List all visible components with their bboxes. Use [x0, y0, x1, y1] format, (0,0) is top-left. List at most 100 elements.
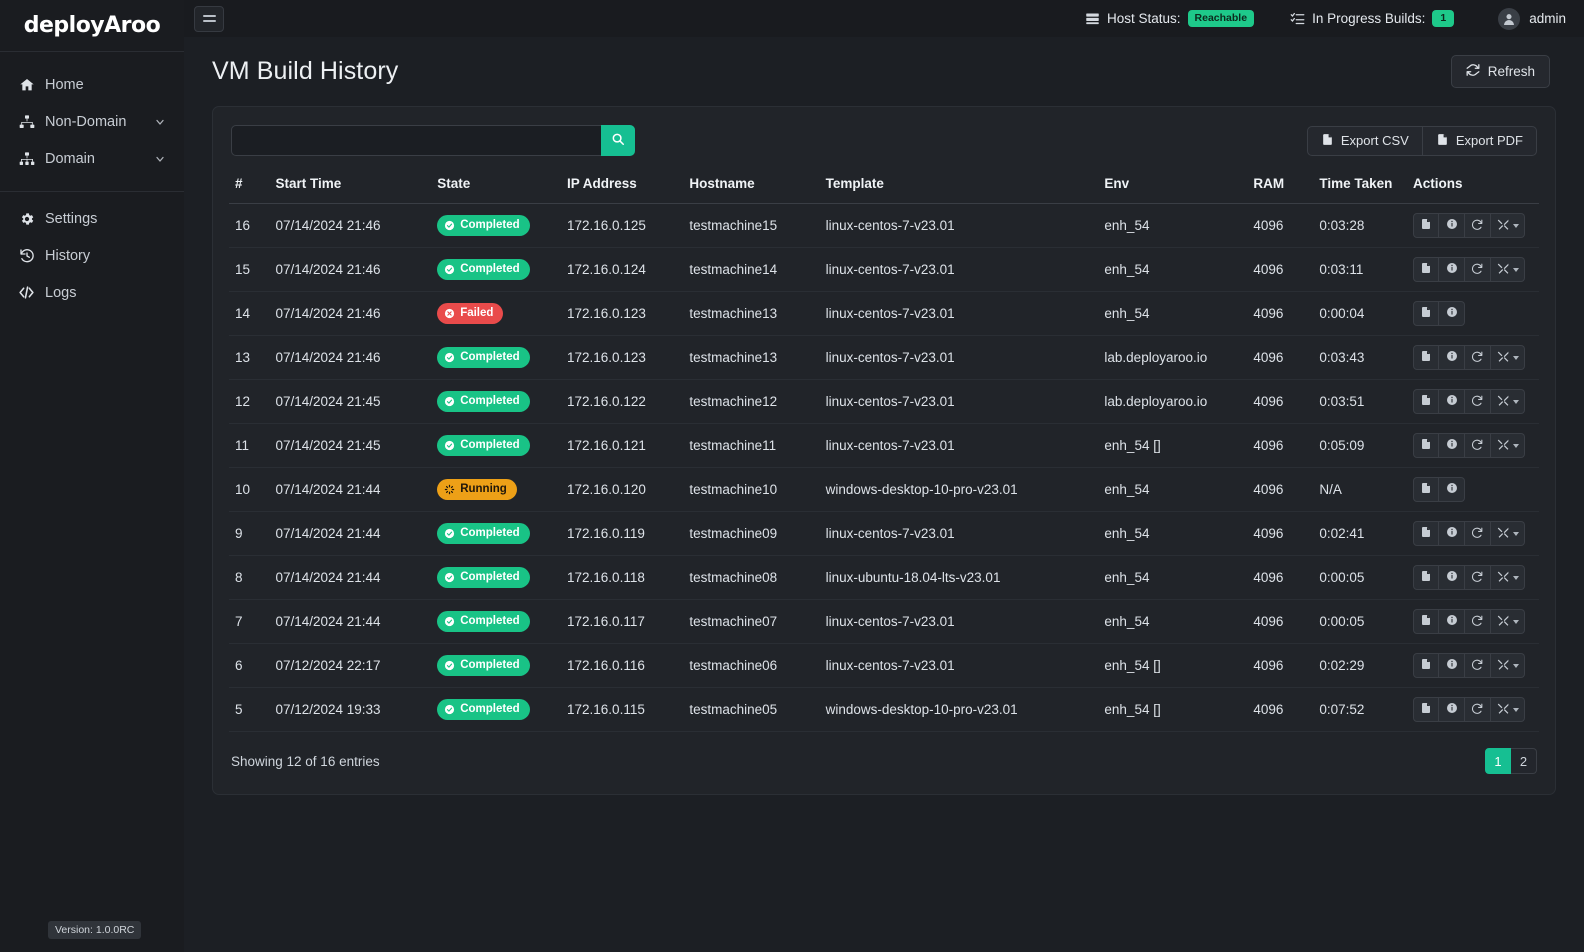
details-button[interactable]	[1439, 301, 1465, 326]
table-row[interactable]: 15 07/14/2024 21:46 Completed 172.16.0.124 t…	[229, 247, 1539, 292]
details-button[interactable]	[1439, 609, 1465, 634]
view-log-button[interactable]	[1413, 609, 1439, 634]
col-index[interactable]: #	[229, 170, 270, 204]
search-box	[231, 125, 635, 156]
view-log-button[interactable]	[1413, 521, 1439, 546]
sidebar-item-domain[interactable]: Domain	[0, 140, 184, 177]
col-ip-address[interactable]: IP Address	[561, 170, 684, 204]
view-log-button[interactable]	[1413, 389, 1439, 414]
cell-hostname: testmachine13	[683, 335, 820, 380]
col-template[interactable]: Template	[819, 170, 1099, 204]
cell-hostname: testmachine15	[683, 203, 820, 248]
view-log-button[interactable]	[1413, 433, 1439, 458]
col-start-time[interactable]: Start Time	[269, 170, 432, 204]
rebuild-button[interactable]	[1465, 521, 1491, 546]
cell-start-time: 07/14/2024 21:44	[269, 599, 432, 644]
details-button[interactable]	[1439, 257, 1465, 282]
sidebar: deployAroo Home Non-Domain Domain Settin…	[0, 0, 184, 952]
view-log-button[interactable]	[1413, 477, 1439, 502]
user-menu[interactable]: admin	[1498, 7, 1566, 30]
cell-state: Completed	[431, 203, 562, 248]
search-button[interactable]	[601, 125, 635, 156]
details-button[interactable]	[1439, 521, 1465, 546]
table-row[interactable]: 12 07/14/2024 21:45 Completed 172.16.0.122 t…	[229, 379, 1539, 424]
sidebar-item-settings[interactable]: Settings	[0, 200, 184, 237]
rebuild-icon	[1471, 526, 1484, 542]
view-log-button[interactable]	[1413, 257, 1439, 282]
table-row[interactable]: 10 07/14/2024 21:44 Running 172.16.0.120 tes…	[229, 467, 1539, 512]
rebuild-button[interactable]	[1465, 433, 1491, 458]
rebuild-button[interactable]	[1465, 213, 1491, 238]
tools-menu-button[interactable]	[1491, 433, 1525, 458]
table-row[interactable]: 9 07/14/2024 21:44 Completed 172.16.0.119 te…	[229, 511, 1539, 556]
refresh-button[interactable]: Refresh	[1450, 55, 1550, 88]
table-row[interactable]: 6 07/12/2024 22:17 Completed 172.16.0.116 te…	[229, 643, 1539, 688]
cell-actions	[1407, 423, 1539, 468]
details-button[interactable]	[1439, 389, 1465, 414]
cell-template: linux-centos-7-v23.01	[819, 291, 1099, 336]
host-status-badge: Reachable	[1187, 10, 1255, 27]
hamburger-icon[interactable]	[194, 5, 224, 32]
tools-menu-button[interactable]	[1491, 345, 1525, 370]
col-hostname[interactable]: Hostname	[683, 170, 820, 204]
tools-menu-button[interactable]	[1491, 697, 1525, 722]
details-button[interactable]	[1439, 477, 1465, 502]
cell-ip-address: 172.16.0.116	[561, 643, 684, 688]
info-icon	[1446, 614, 1458, 629]
cell-env: enh_54	[1098, 203, 1248, 248]
sidebar-item-non-domain[interactable]: Non-Domain	[0, 103, 184, 140]
tools-menu-button[interactable]	[1491, 389, 1525, 414]
col-env[interactable]: Env	[1098, 170, 1248, 204]
cell-ram: 4096	[1247, 511, 1314, 556]
brand-logo[interactable]: deployAroo	[0, 0, 184, 52]
sidebar-item-history[interactable]: History	[0, 237, 184, 274]
table-row[interactable]: 5 07/12/2024 19:33 Completed 172.16.0.115 te…	[229, 687, 1539, 732]
table-row[interactable]: 11 07/14/2024 21:45 Completed 172.16.0.121 t…	[229, 423, 1539, 468]
page-button-2[interactable]: 2	[1511, 748, 1537, 774]
view-log-button[interactable]	[1413, 213, 1439, 238]
details-button[interactable]	[1439, 213, 1465, 238]
tools-menu-button[interactable]	[1491, 653, 1525, 678]
rebuild-icon	[1471, 614, 1484, 630]
table-row[interactable]: 13 07/14/2024 21:46 Completed 172.16.0.123 t…	[229, 335, 1539, 380]
table-row[interactable]: 7 07/14/2024 21:44 Completed 172.16.0.117 te…	[229, 599, 1539, 644]
tools-menu-button[interactable]	[1491, 609, 1525, 634]
details-button[interactable]	[1439, 345, 1465, 370]
tools-menu-button[interactable]	[1491, 521, 1525, 546]
view-log-button[interactable]	[1413, 697, 1439, 722]
rebuild-button[interactable]	[1465, 565, 1491, 590]
rebuild-button[interactable]	[1465, 609, 1491, 634]
view-log-button[interactable]	[1413, 653, 1439, 678]
view-log-button[interactable]	[1413, 301, 1439, 326]
page-button-1[interactable]: 1	[1485, 748, 1511, 774]
col-time-taken[interactable]: Time Taken	[1313, 170, 1407, 204]
view-log-button[interactable]	[1413, 345, 1439, 370]
table-row[interactable]: 14 07/14/2024 21:46 Failed 172.16.0.123 test…	[229, 291, 1539, 336]
details-button[interactable]	[1439, 565, 1465, 590]
rebuild-button[interactable]	[1465, 257, 1491, 282]
col-ram[interactable]: RAM	[1247, 170, 1314, 204]
tools-menu-button[interactable]	[1491, 565, 1525, 590]
view-log-button[interactable]	[1413, 565, 1439, 590]
search-input[interactable]	[231, 125, 601, 156]
hierarchy-icon	[18, 150, 35, 167]
cell-state: Completed	[431, 423, 562, 468]
rebuild-button[interactable]	[1465, 697, 1491, 722]
sidebar-item-home[interactable]: Home	[0, 66, 184, 103]
table-row[interactable]: 8 07/14/2024 21:44 Completed 172.16.0.118 te…	[229, 555, 1539, 600]
export-csv-button[interactable]: Export CSV	[1306, 125, 1423, 156]
details-button[interactable]	[1439, 697, 1465, 722]
rebuild-button[interactable]	[1465, 389, 1491, 414]
status-badge-completed: Completed	[437, 611, 530, 632]
col-state[interactable]: State	[431, 170, 562, 204]
export-pdf-button[interactable]: Export PDF	[1422, 125, 1537, 156]
table-row[interactable]: 16 07/14/2024 21:46 Completed 172.16.0.125 t…	[229, 203, 1539, 248]
rebuild-button[interactable]	[1465, 345, 1491, 370]
rebuild-button[interactable]	[1465, 653, 1491, 678]
sidebar-item-logs[interactable]: Logs	[0, 274, 184, 311]
details-button[interactable]	[1439, 433, 1465, 458]
cell-ip-address: 172.16.0.123	[561, 335, 684, 380]
tools-menu-button[interactable]	[1491, 257, 1525, 282]
tools-menu-button[interactable]	[1491, 213, 1525, 238]
details-button[interactable]	[1439, 653, 1465, 678]
